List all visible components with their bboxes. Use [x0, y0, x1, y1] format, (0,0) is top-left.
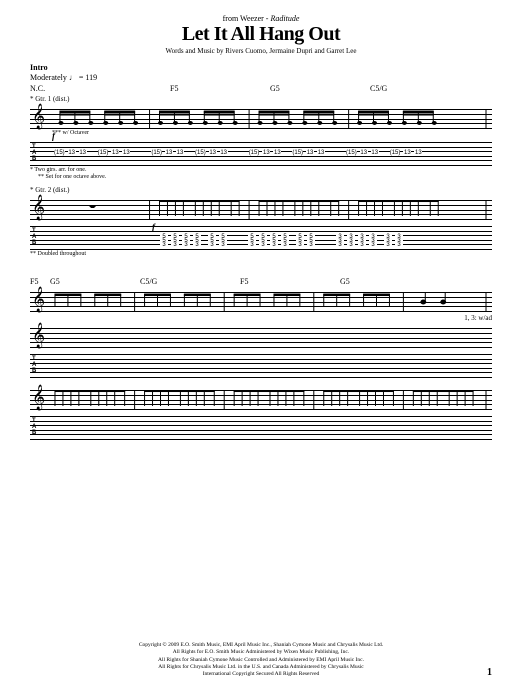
staff-gtr2-sys1: 𝄞 𝄻 [30, 200, 492, 220]
tab-cell: (15) [195, 151, 206, 155]
tab-cell: 13 [360, 151, 368, 155]
gtr1-octaver-note: *** w/ Octaver [52, 130, 492, 136]
tab-gtr1-sys1: TAB (15) 13 13 (15) 13 13 (15) 13 13 (15… [30, 142, 492, 166]
tab-cell: (15) [98, 151, 109, 155]
chord-g5: G5 [270, 84, 370, 93]
chord-row-1: N.C. F5 G5 C5/G [30, 84, 492, 93]
tab-cell: (15) [390, 151, 401, 155]
copyright-line: All Rights for E.O. Smith Music Administ… [30, 649, 492, 656]
svg-text:𝄻: 𝄻 [90, 203, 96, 218]
sys2-note: 1, 3: w/ad [30, 314, 492, 322]
tab-cell: 13 [306, 151, 314, 155]
tab-chord: 553 [296, 235, 304, 247]
tab-clef-icon: TAB [32, 356, 36, 374]
tab-chord: 553 [193, 235, 201, 247]
tab-gtr1-sys2: TAB [30, 354, 492, 378]
notation-gtr1-sys1 [50, 109, 488, 129]
tab-gtr2-sys2: TAB [30, 416, 492, 440]
staff-gtr1-sys1: 𝄞 [30, 109, 492, 129]
sheet-music-page: from Weezer - Raditude Let It All Hang O… [0, 0, 522, 450]
tab-cell: (15) [346, 151, 357, 155]
tab-chord: 553 [281, 235, 289, 247]
chord-f5: F5 [170, 84, 270, 93]
section-label: Intro [30, 63, 492, 72]
chord-c5g: C5/G [140, 277, 240, 286]
tab-clef-icon: TAB [32, 228, 36, 246]
tab-cell: 13 [414, 151, 422, 155]
chord-f5: F5 [240, 277, 340, 286]
tab-cell: 13 [79, 151, 87, 155]
source-album: Raditude [270, 14, 299, 23]
staff-gtr1b-sys2: 𝄞 [30, 328, 492, 348]
tab-cell: 13 [317, 151, 325, 155]
tab-cell: 13 [68, 151, 76, 155]
treble-clef-icon: 𝄞 [32, 196, 45, 218]
tab-cell: 13 [111, 151, 119, 155]
copyright-footer: Copyright © 2009 E.O. Smith Music, EMI A… [30, 642, 492, 678]
tab-cell: 13 [209, 151, 217, 155]
tab-chord: 553 [160, 235, 168, 247]
credits: Words and Music by Rivers Cuomo, Jermain… [30, 47, 492, 55]
tab-cell: (15) [292, 151, 303, 155]
song-title: Let It All Hang Out [30, 23, 492, 46]
tab-cell: (15) [54, 151, 65, 155]
tab-chord: 553 [182, 235, 190, 247]
tab-chord: 333 [369, 235, 377, 247]
tab-chord: 333 [358, 235, 366, 247]
tab-chord: 333 [384, 235, 392, 247]
tab-cell: (15) [151, 151, 162, 155]
chord-nc: N.C. [30, 84, 50, 93]
tab-cell: 13 [122, 151, 130, 155]
tab-chord: 553 [307, 235, 315, 247]
tab-chord: 333 [336, 235, 344, 247]
tab-cell: 13 [165, 151, 173, 155]
header: from Weezer - Raditude Let It All Hang O… [30, 14, 492, 55]
staff-gtr1-sys2: 𝄞 [30, 292, 492, 312]
footnote-octave: ** Set for one octave above. [38, 174, 492, 180]
gtr2-label: * Gtr. 2 (dist.) [30, 186, 492, 194]
chord-row-2: F5 G5 C5/G F5 G5 [30, 277, 492, 286]
treble-clef-icon: 𝄞 [32, 386, 45, 408]
copyright-line: All Rights for Shaniah Cymone Music Cont… [30, 657, 492, 664]
treble-clef-icon: 𝄞 [32, 288, 45, 310]
tab-cell: 13 [371, 151, 379, 155]
notation-gtr2-sys2 [50, 390, 488, 410]
copyright-line: All Rights for Chrysalis Music Ltd. in t… [30, 664, 492, 671]
chord-g5: G5 [50, 277, 140, 286]
treble-clef-icon: 𝄞 [32, 105, 45, 127]
tab-gtr2-sys1: TAB 553 553 553 553 553 553 553 553 553 … [30, 226, 492, 250]
footnote-two-gtrs: * Two gtrs. arr. for one. [30, 167, 492, 173]
tab-cell: 13 [176, 151, 184, 155]
tab-chord: 553 [208, 235, 216, 247]
notation-gtr2-sys1: 𝄻 [50, 200, 488, 220]
tab-clef-icon: TAB [32, 418, 36, 436]
tab-cell: 13 [220, 151, 228, 155]
tab-chord: 553 [219, 235, 227, 247]
gtr1-label: * Gtr. 1 (dist.) [30, 95, 492, 103]
tab-chord: 553 [171, 235, 179, 247]
source-prefix: from Weezer - [223, 14, 271, 23]
chord-c5g: C5/G [370, 84, 450, 93]
tab-chord: 553 [270, 235, 278, 247]
tab-cell: 13 [403, 151, 411, 155]
tab-chord: 553 [248, 235, 256, 247]
tab-cell: (15) [249, 151, 260, 155]
chord-g5: G5 [340, 277, 420, 286]
chord-f5: F5 [30, 277, 50, 286]
source-line: from Weezer - Raditude [30, 14, 492, 23]
tab-chord: 553 [259, 235, 267, 247]
tab-clef-icon: TAB [32, 144, 36, 162]
treble-clef-icon: 𝄞 [32, 324, 45, 346]
tab-chord: 333 [347, 235, 355, 247]
tempo-marking: Moderately ♩ = 119 [30, 73, 492, 82]
tab-chord: 333 [395, 235, 403, 247]
copyright-line: International Copyright Secured All Righ… [30, 671, 492, 678]
staff-gtr2-sys2: 𝄞 [30, 390, 492, 410]
tab-cell: 13 [262, 151, 270, 155]
notation-gtr1-sys2 [50, 292, 488, 312]
tab-cell: 13 [273, 151, 281, 155]
page-number: 1 [487, 667, 492, 678]
